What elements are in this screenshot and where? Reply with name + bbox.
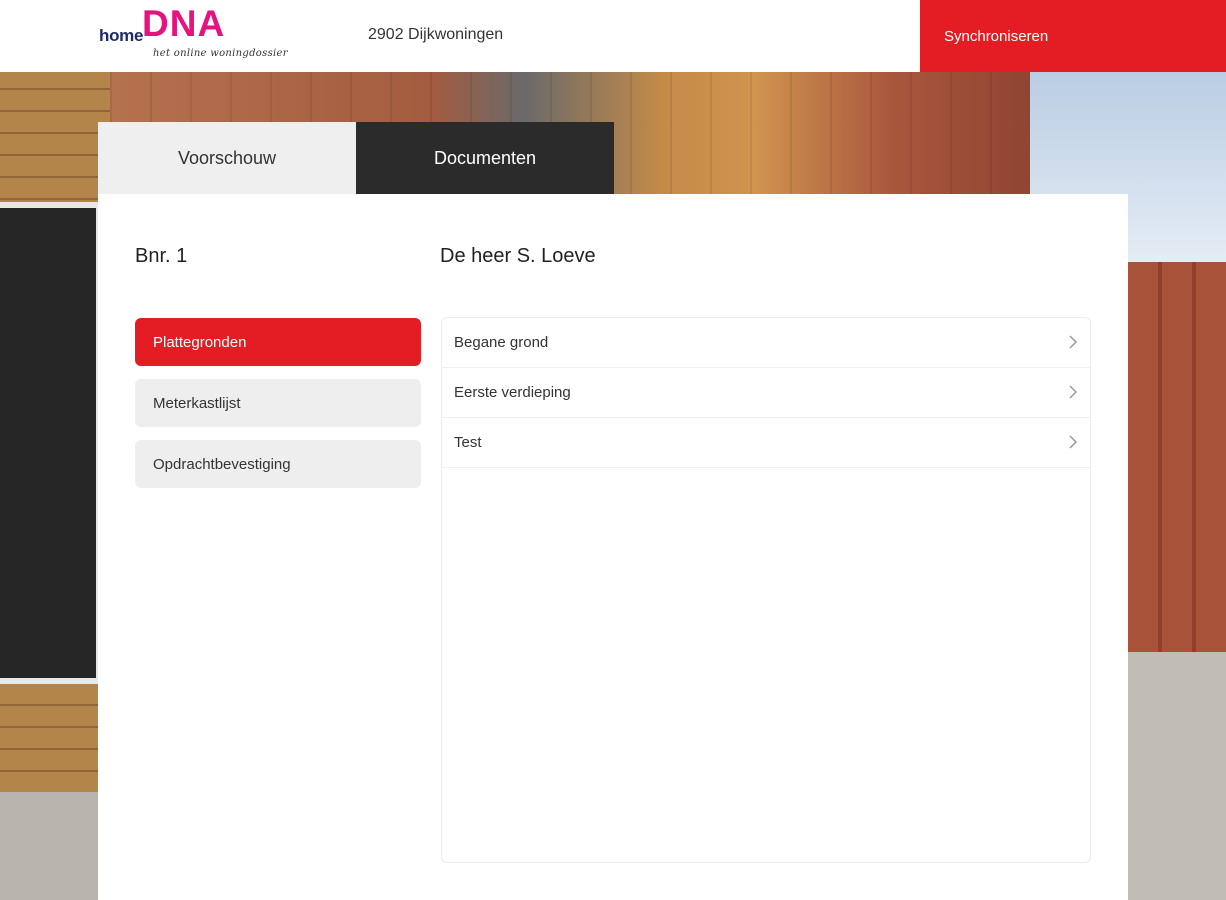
menu-item-opdrachtbevestiging[interactable]: Opdrachtbevestiging	[135, 440, 421, 488]
menu-item-label: Opdrachtbevestiging	[153, 455, 291, 473]
building-right	[1128, 262, 1226, 652]
logo-tagline: het online woningdossier	[153, 48, 288, 59]
main-panel: Bnr. 1 De heer S. Loeve Plattegronden Me…	[98, 194, 1128, 900]
chevron-right-icon	[1069, 385, 1078, 399]
document-list: Begane grond Eerste verdieping Test	[441, 317, 1091, 863]
list-item-label: Begane grond	[454, 334, 549, 351]
tab-bar: Voorschouw Documenten	[98, 122, 614, 194]
list-item-eerste-verdieping[interactable]: Eerste verdieping	[442, 368, 1090, 418]
list-item-label: Test	[454, 434, 482, 451]
chevron-right-icon	[1069, 335, 1078, 349]
top-bar: home DNA het online woningdossier 2902 D…	[0, 0, 1226, 72]
street	[1128, 652, 1226, 900]
homedna-logo[interactable]: home DNA het online woningdossier	[98, 3, 288, 66]
project-name: 2902 Dijkwoningen	[368, 26, 504, 43]
sync-button[interactable]: Synchroniseren	[920, 0, 1226, 72]
building-window	[0, 202, 102, 684]
chevron-right-icon	[1069, 435, 1078, 449]
menu-item-plattegronden[interactable]: Plattegronden	[135, 318, 421, 366]
menu-item-label: Meterkastlijst	[153, 394, 241, 412]
logo-dna-text: DNA	[142, 3, 226, 44]
tab-documenten[interactable]: Documenten	[356, 122, 614, 194]
pavement	[0, 792, 110, 900]
logo-home-text: home	[99, 26, 144, 45]
tab-label: Documenten	[433, 147, 537, 168]
list-item-label: Eerste verdieping	[454, 384, 571, 401]
menu-item-meterkastlijst[interactable]: Meterkastlijst	[135, 379, 421, 427]
list-item-test[interactable]: Test	[442, 418, 1090, 468]
owner-name: De heer S. Loeve	[440, 245, 596, 267]
tab-label: Voorschouw	[177, 147, 277, 168]
tab-voorschouw[interactable]: Voorschouw	[98, 122, 356, 194]
menu-item-label: Plattegronden	[153, 333, 247, 351]
document-category-menu: Plattegronden Meterkastlijst Opdrachtbev…	[135, 318, 421, 501]
house-number: Bnr. 1	[135, 245, 188, 267]
list-item-begane-grond[interactable]: Begane grond	[442, 318, 1090, 368]
